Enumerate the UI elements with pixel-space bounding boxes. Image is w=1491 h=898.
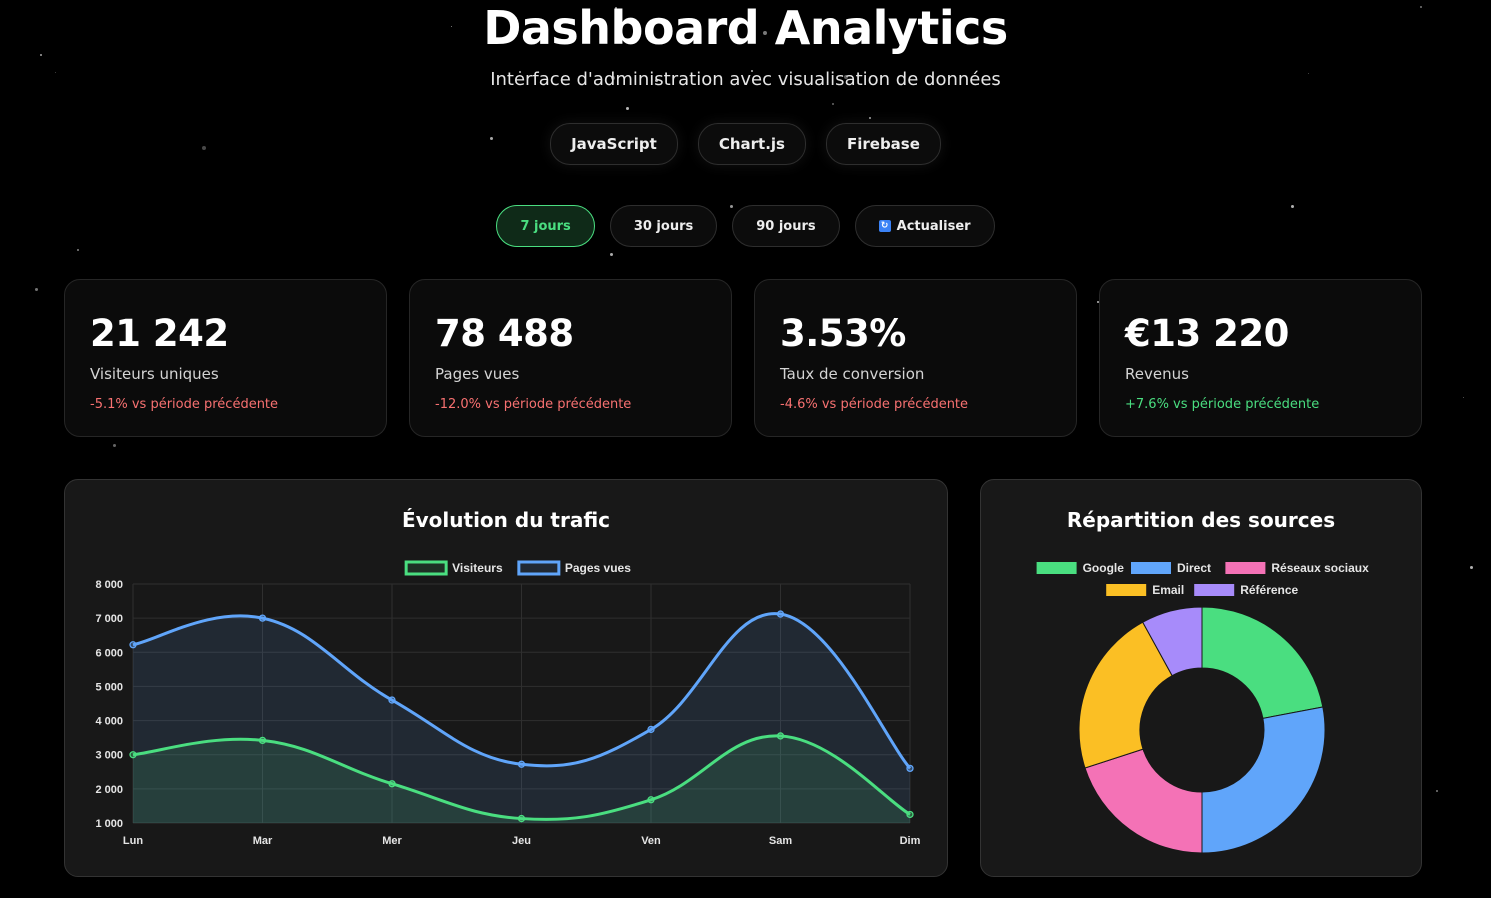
kpi-value: 78 488 [435, 312, 574, 355]
y-tick-label: 2 000 [95, 784, 123, 796]
legend-swatch [1036, 562, 1077, 574]
kpi-value: 3.53% [780, 312, 906, 355]
kpi-card-pageviews: 78 488 Pages vues -12.0% vs période préc… [409, 279, 732, 437]
star [113, 444, 116, 447]
data-point [647, 796, 655, 804]
y-tick-label: 3 000 [95, 750, 123, 762]
legend-label: Email [1152, 583, 1184, 597]
data-point [388, 780, 396, 788]
data-point [906, 810, 914, 819]
tech-tag-chartjs: Chart.js [697, 123, 806, 165]
kpi-card-visitors: 21 242 Visiteurs uniques -5.1% vs périod… [64, 279, 387, 437]
star [35, 288, 38, 291]
y-tick-label: 4 000 [95, 716, 123, 728]
kpi-change: +7.6% vs période précédente [1125, 397, 1320, 412]
tech-tag-firebase: Firebase [825, 123, 941, 165]
sources-donut-chart: Google Direct Réseaux sociaux Email Référenc… [1036, 561, 1369, 854]
legend-swatch [1225, 562, 1266, 574]
kpi-value: 21 242 [90, 312, 229, 355]
x-tick-label: Jeu [512, 835, 531, 847]
donut-slice [1201, 706, 1326, 854]
star [832, 103, 834, 105]
y-tick-label: 6 000 [95, 647, 123, 659]
data-point [517, 760, 526, 768]
y-tick-label: 1 000 [95, 818, 123, 830]
refresh-button[interactable]: ↻ Actualiser [854, 205, 995, 247]
data-point [776, 610, 785, 618]
kpi-change: -4.6% vs période précédente [780, 397, 969, 412]
kpi-value: €13 220 [1125, 312, 1289, 355]
y-tick-label: 8 000 [95, 579, 123, 591]
legend-label: Visiteurs [452, 561, 503, 575]
tech-tag-javascript: JavaScript [550, 123, 678, 165]
legend-swatch [517, 560, 561, 576]
page-subtitle: Interface d'administration avec visualis… [490, 69, 1001, 90]
legend-label: Google [1083, 561, 1125, 575]
donut-slice [1201, 606, 1324, 719]
data-point [776, 732, 785, 740]
x-tick-label: Ven [641, 835, 661, 847]
refresh-label: Actualiser [896, 218, 971, 234]
range-90-days-button[interactable]: 90 jours [732, 205, 840, 247]
kpi-change: -12.0% vs période précédente [435, 397, 632, 412]
star [1470, 566, 1473, 569]
sources-chart-panel: Répartition des sources Google Direct Rése… [980, 479, 1422, 877]
x-tick-label: Mer [382, 835, 402, 847]
dashboard-page: Dashboard Analytics Interface d'administ… [0, 0, 1491, 898]
kpi-card-revenue: €13 220 Revenus +7.6% vs période précéde… [1099, 279, 1422, 437]
kpi-label: Visiteurs uniques [90, 365, 219, 383]
legend-swatch [1194, 584, 1235, 596]
data-point [258, 614, 267, 622]
legend-label: Référence [1240, 583, 1298, 597]
data-point [258, 736, 267, 745]
donut-slice [1084, 748, 1203, 854]
date-range-controls: 7 jours 30 jours 90 jours ↻ Actualiser [0, 205, 1491, 247]
traffic-chart-panel: Évolution du trafic 1 000 2 000 3 000 4 000… [64, 479, 948, 877]
star [610, 253, 613, 256]
data-point [517, 814, 526, 823]
range-7-days-button[interactable]: 7 jours [496, 205, 595, 247]
star [1436, 790, 1438, 792]
legend-swatch [1106, 584, 1147, 596]
star [626, 107, 629, 110]
x-tick-label: Lun [123, 835, 143, 847]
legend-label: Pages vues [565, 561, 631, 575]
legend-swatch [1131, 562, 1171, 574]
kpi-change: -5.1% vs période précédente [90, 397, 279, 412]
data-point [647, 725, 655, 734]
x-tick-label: Mar [253, 835, 273, 847]
legend-label: Réseaux sociaux [1271, 561, 1369, 575]
data-point [388, 696, 396, 704]
data-point [129, 751, 137, 759]
star [869, 117, 871, 119]
y-tick-label: 7 000 [95, 613, 123, 625]
kpi-card-conversion: 3.53% Taux de conversion -4.6% vs périod… [754, 279, 1077, 437]
kpi-label: Taux de conversion [780, 365, 925, 383]
legend-label: Direct [1177, 561, 1211, 575]
legend-swatch [404, 560, 448, 576]
refresh-icon: ↻ [878, 220, 891, 232]
star [77, 249, 79, 251]
kpi-label: Revenus [1125, 365, 1189, 383]
tech-tags: JavaScript Chart.js Firebase [0, 123, 1491, 165]
range-30-days-button[interactable]: 30 jours [609, 205, 718, 247]
x-tick-label: Dim [900, 835, 921, 847]
data-point [129, 641, 137, 649]
page-title: Dashboard Analytics [483, 1, 1008, 55]
star [1463, 397, 1464, 398]
data-point [906, 764, 914, 773]
x-tick-label: Sam [769, 835, 792, 847]
y-tick-label: 5 000 [95, 681, 123, 693]
traffic-line-chart: 1 000 2 000 3 000 4 000 5 000 6 000 7 000 8 000… [95, 560, 921, 847]
kpi-label: Pages vues [435, 365, 520, 383]
